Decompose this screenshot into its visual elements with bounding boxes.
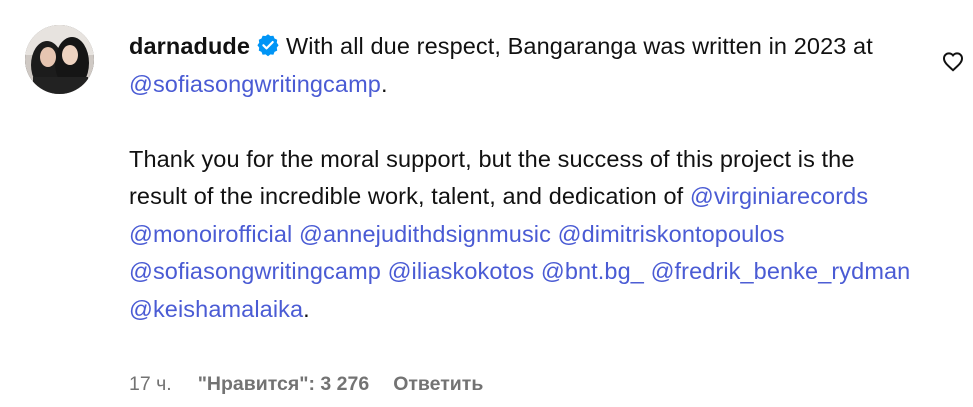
mention-link[interactable]: @virginiarecords [690,183,868,209]
mention-link[interactable]: @keishamalaika [129,296,303,322]
mention-link[interactable]: @annejudithdsignmusic [299,221,551,247]
like-button[interactable] [941,50,965,72]
mention-link[interactable]: @dimitriskontopoulos [558,221,785,247]
comment-meta: 17 ч. "Нравится": 3 276 Ответить [129,371,483,397]
mention-link[interactable]: @fredrik_benke_rydman [651,258,911,284]
heart-icon [942,52,964,72]
verified-badge-icon [256,31,280,57]
mention-link[interactable]: @bnt.bg_ [541,258,644,284]
mention-link[interactable]: @monoirofficial [129,221,292,247]
comment: darnadude With all due respect, Bangarang… [0,0,973,407]
likes-count[interactable]: "Нравится": 3 276 [198,373,370,395]
comment-text: With all due respect, Bangaranga was wri… [286,33,873,59]
comment-paragraph-1: darnadude With all due respect, Bangarang… [129,28,919,103]
mention-link[interactable]: @sofiasongwritingcamp [129,71,381,97]
reply-button[interactable]: Ответить [393,373,483,395]
avatar[interactable] [25,25,94,94]
mention-link[interactable]: @iliaskokotos [388,258,535,284]
avatar-image [25,25,94,94]
punctuation: . [303,295,310,322]
username-link[interactable]: darnadude [129,33,250,59]
punctuation: . [380,70,388,97]
mention-link[interactable]: @sofiasongwritingcamp [129,258,381,284]
comment-paragraph-2: Thank you for the moral support, but the… [129,141,919,329]
timestamp[interactable]: 17 ч. [129,373,172,395]
comment-body: darnadude With all due respect, Bangarang… [129,28,919,328]
